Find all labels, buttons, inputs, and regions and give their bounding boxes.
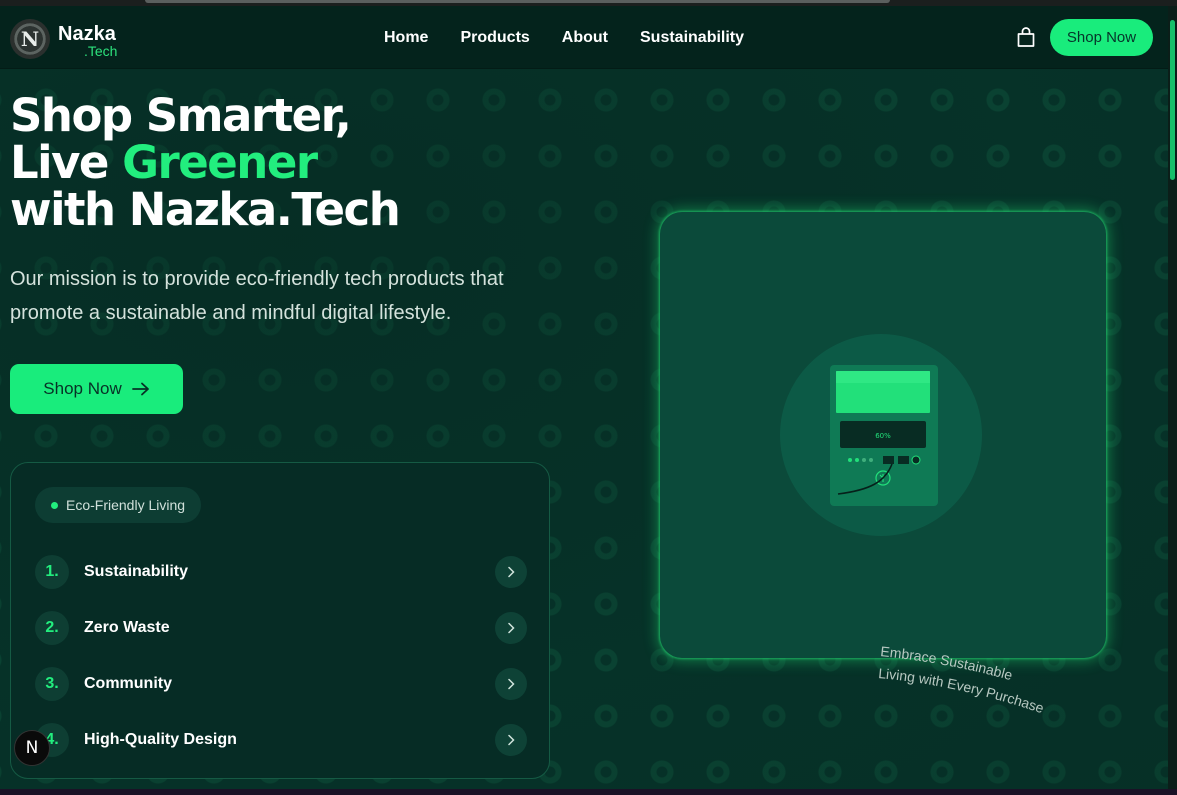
hero-title: Shop Smarter, Live Greener with Nazka.Te… (10, 89, 401, 236)
shopping-bag-icon[interactable] (1015, 26, 1037, 48)
brand-suffix: .Tech (84, 43, 118, 59)
curved-tagline: Embrace Sustainable Living with Every Pu… (878, 646, 1047, 716)
feature-number: 3. (35, 667, 69, 701)
eco-friendly-badge: Eco-Friendly Living (35, 487, 202, 523)
hero-title-line1: Shop Smarter, (10, 89, 352, 142)
dev-tools-badge[interactable]: N (14, 730, 50, 766)
arrow-right-icon (131, 382, 149, 396)
feature-item-high-quality-design[interactable]: 4. High-Quality Design (35, 723, 527, 757)
feature-item-sustainability[interactable]: 1. Sustainability (35, 555, 527, 589)
feature-label: Sustainability (84, 563, 189, 580)
feature-card: Eco-Friendly Living 1. Sustainability 2.… (10, 462, 550, 779)
feature-item-zero-waste[interactable]: 2. Zero Waste (35, 611, 527, 645)
battery-percentage: 60% (875, 432, 891, 440)
nav-link-home[interactable]: Home (384, 29, 428, 47)
hero-shop-now-label: Shop Now (43, 379, 122, 398)
scrollbar-thumb[interactable] (1170, 20, 1175, 180)
feature-number: 2. (35, 611, 69, 645)
page: N Nazka .Tech Home Products About Sustai… (0, 6, 1168, 789)
chevron-right-icon[interactable] (495, 724, 527, 756)
browser-bottom-strip (0, 789, 1177, 795)
feature-item-community[interactable]: 3. Community (35, 667, 527, 701)
navbar: N Nazka .Tech Home Products About Sustai… (0, 6, 1168, 69)
feature-label: High-Quality Design (84, 731, 237, 748)
product-image-card: 60% (660, 212, 1106, 658)
feature-label: Community (84, 675, 172, 692)
svg-text:Living with Every Purchase: Living with Every Purchase (878, 665, 1047, 716)
hero-title-line3: with Nazka.Tech (10, 183, 401, 236)
brand-name: Nazka (58, 23, 116, 45)
hero-title-line2-prefix: Live (10, 136, 123, 189)
nav-link-sustainability[interactable]: Sustainability (640, 29, 744, 47)
curved-tagline-line2: Living with Every Purchase (878, 665, 1047, 716)
hero-title-highlight: Greener (122, 136, 318, 189)
feature-label: Zero Waste (84, 619, 170, 636)
nav-shop-now-button[interactable]: Shop Now (1050, 19, 1153, 56)
nav-links: Home Products About Sustainability (384, 29, 744, 47)
brand-logo-icon[interactable]: N (10, 19, 50, 59)
nav-link-about[interactable]: About (562, 29, 608, 47)
chevron-right-icon[interactable] (495, 612, 527, 644)
feature-number: 1. (35, 555, 69, 589)
scrollbar[interactable] (1168, 6, 1177, 789)
hero-description: Our mission is to provide eco-friendly t… (10, 268, 504, 324)
chevron-right-icon[interactable] (495, 668, 527, 700)
browser-tab-bar (145, 0, 890, 3)
status-dot-icon (51, 501, 58, 509)
eco-friendly-label: Eco-Friendly Living (66, 497, 186, 513)
nav-link-products[interactable]: Products (460, 29, 529, 47)
chevron-right-icon[interactable] (495, 556, 527, 588)
hero-shop-now-button[interactable]: Shop Now (10, 364, 183, 414)
eco-power-station-illustration: 60% (780, 334, 982, 536)
brand-logo-text[interactable]: Nazka .Tech (58, 24, 117, 58)
